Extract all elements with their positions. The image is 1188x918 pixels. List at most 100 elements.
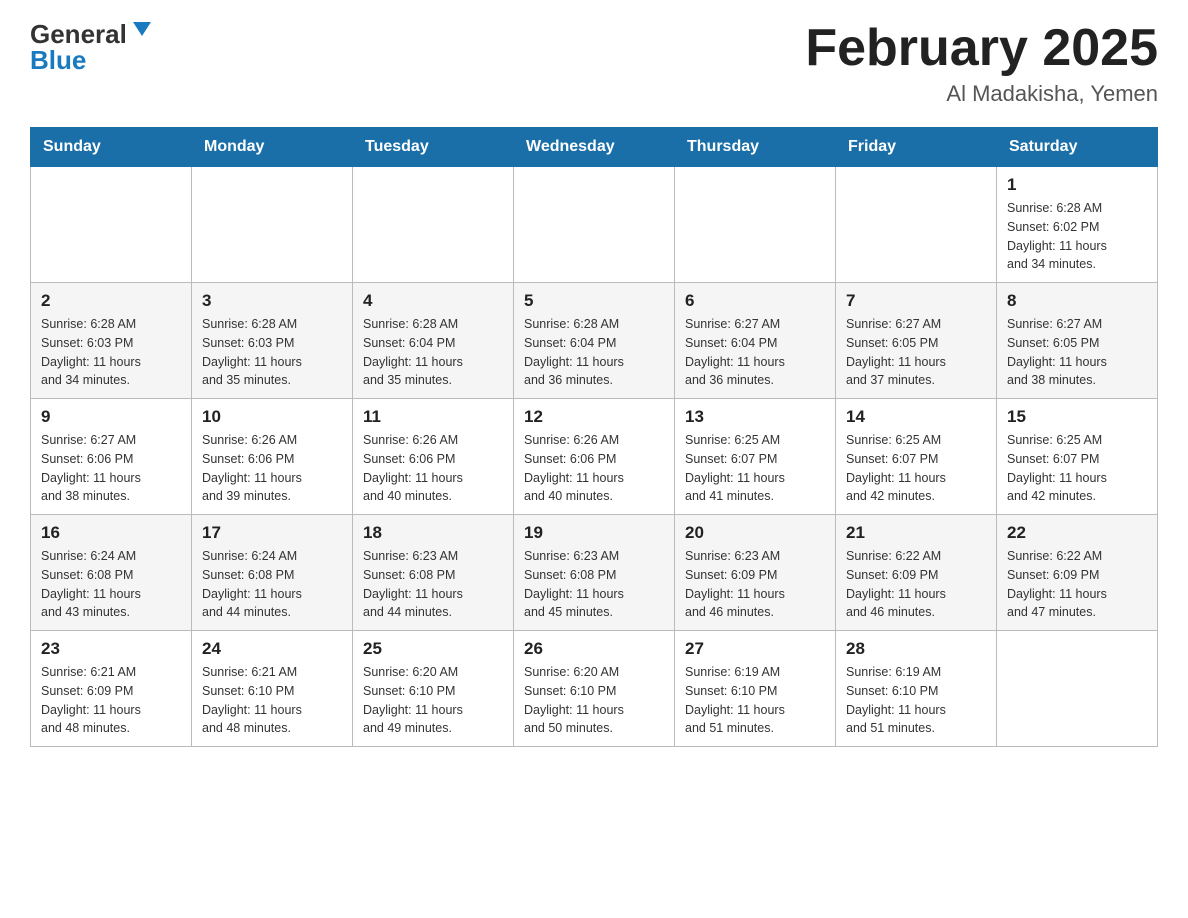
day-info: Sunrise: 6:23 AMSunset: 6:08 PMDaylight:… xyxy=(363,547,503,622)
calendar-cell: 26 Sunrise: 6:20 AMSunset: 6:10 PMDayligh… xyxy=(514,631,675,747)
month-title: February 2025 xyxy=(805,20,1158,77)
day-number: 8 xyxy=(1007,291,1147,311)
day-info: Sunrise: 6:28 AMSunset: 6:02 PMDaylight:… xyxy=(1007,199,1147,274)
day-info: Sunrise: 6:25 AMSunset: 6:07 PMDaylight:… xyxy=(1007,431,1147,506)
day-info: Sunrise: 6:24 AMSunset: 6:08 PMDaylight:… xyxy=(41,547,181,622)
calendar-cell: 7 Sunrise: 6:27 AMSunset: 6:05 PMDaylight… xyxy=(836,283,997,399)
calendar-cell: 20 Sunrise: 6:23 AMSunset: 6:09 PMDayligh… xyxy=(675,515,836,631)
weekday-header-sunday: Sunday xyxy=(31,128,192,167)
day-number: 14 xyxy=(846,407,986,427)
calendar-cell: 19 Sunrise: 6:23 AMSunset: 6:08 PMDayligh… xyxy=(514,515,675,631)
day-info: Sunrise: 6:28 AMSunset: 6:04 PMDaylight:… xyxy=(524,315,664,390)
calendar-cell: 13 Sunrise: 6:25 AMSunset: 6:07 PMDayligh… xyxy=(675,399,836,515)
page-header: General Blue February 2025 Al Madakisha,… xyxy=(30,20,1158,107)
calendar-cell: 28 Sunrise: 6:19 AMSunset: 6:10 PMDayligh… xyxy=(836,631,997,747)
day-info: Sunrise: 6:20 AMSunset: 6:10 PMDaylight:… xyxy=(524,663,664,738)
calendar-cell: 24 Sunrise: 6:21 AMSunset: 6:10 PMDayligh… xyxy=(192,631,353,747)
day-number: 15 xyxy=(1007,407,1147,427)
calendar-cell: 22 Sunrise: 6:22 AMSunset: 6:09 PMDayligh… xyxy=(997,515,1158,631)
calendar-cell: 15 Sunrise: 6:25 AMSunset: 6:07 PMDayligh… xyxy=(997,399,1158,515)
day-number: 4 xyxy=(363,291,503,311)
day-info: Sunrise: 6:19 AMSunset: 6:10 PMDaylight:… xyxy=(846,663,986,738)
logo-general-text: General xyxy=(30,21,127,47)
calendar-header-row: SundayMondayTuesdayWednesdayThursdayFrid… xyxy=(31,128,1158,167)
day-info: Sunrise: 6:27 AMSunset: 6:05 PMDaylight:… xyxy=(846,315,986,390)
calendar-cell: 17Sunrise: 6:24 AMSunset: 6:08 PMDayligh… xyxy=(192,515,353,631)
calendar-week-row: 9 Sunrise: 6:27 AMSunset: 6:06 PMDaylight… xyxy=(31,399,1158,515)
calendar-cell: 4 Sunrise: 6:28 AMSunset: 6:04 PMDaylight… xyxy=(353,283,514,399)
calendar-cell: 8 Sunrise: 6:27 AMSunset: 6:05 PMDaylight… xyxy=(997,283,1158,399)
calendar-cell: 14 Sunrise: 6:25 AMSunset: 6:07 PMDayligh… xyxy=(836,399,997,515)
logo: General Blue xyxy=(30,20,153,73)
calendar-cell: 12 Sunrise: 6:26 AMSunset: 6:06 PMDayligh… xyxy=(514,399,675,515)
day-info: Sunrise: 6:26 AMSunset: 6:06 PMDaylight:… xyxy=(202,431,342,506)
day-info: Sunrise: 6:20 AMSunset: 6:10 PMDaylight:… xyxy=(363,663,503,738)
day-number: 16 xyxy=(41,523,181,543)
location-title: Al Madakisha, Yemen xyxy=(805,81,1158,107)
calendar-cell: 6 Sunrise: 6:27 AMSunset: 6:04 PMDaylight… xyxy=(675,283,836,399)
calendar-cell xyxy=(31,167,192,283)
day-number: 25 xyxy=(363,639,503,659)
calendar-cell: 21 Sunrise: 6:22 AMSunset: 6:09 PMDayligh… xyxy=(836,515,997,631)
day-info: Sunrise: 6:27 AMSunset: 6:06 PMDaylight:… xyxy=(41,431,181,506)
day-number: 12 xyxy=(524,407,664,427)
calendar-cell xyxy=(675,167,836,283)
day-info: Sunrise: 6:19 AMSunset: 6:10 PMDaylight:… xyxy=(685,663,825,738)
calendar-week-row: 2 Sunrise: 6:28 AMSunset: 6:03 PMDaylight… xyxy=(31,283,1158,399)
weekday-header-thursday: Thursday xyxy=(675,128,836,167)
calendar-cell xyxy=(192,167,353,283)
day-info: Sunrise: 6:23 AMSunset: 6:09 PMDaylight:… xyxy=(685,547,825,622)
day-number: 9 xyxy=(41,407,181,427)
calendar-cell: 10 Sunrise: 6:26 AMSunset: 6:06 PMDayligh… xyxy=(192,399,353,515)
day-number: 7 xyxy=(846,291,986,311)
weekday-header-wednesday: Wednesday xyxy=(514,128,675,167)
calendar-table: SundayMondayTuesdayWednesdayThursdayFrid… xyxy=(30,127,1158,747)
calendar-cell: 16 Sunrise: 6:24 AMSunset: 6:08 PMDayligh… xyxy=(31,515,192,631)
weekday-header-friday: Friday xyxy=(836,128,997,167)
day-info: Sunrise: 6:28 AMSunset: 6:04 PMDaylight:… xyxy=(363,315,503,390)
day-number: 6 xyxy=(685,291,825,311)
day-number: 23 xyxy=(41,639,181,659)
day-info: Sunrise: 6:26 AMSunset: 6:06 PMDaylight:… xyxy=(524,431,664,506)
calendar-cell: 11Sunrise: 6:26 AMSunset: 6:06 PMDayligh… xyxy=(353,399,514,515)
calendar-cell xyxy=(836,167,997,283)
day-info: Sunrise: 6:23 AMSunset: 6:08 PMDaylight:… xyxy=(524,547,664,622)
calendar-cell xyxy=(353,167,514,283)
day-number: 3 xyxy=(202,291,342,311)
day-number: 10 xyxy=(202,407,342,427)
day-info: Sunrise: 6:27 AMSunset: 6:05 PMDaylight:… xyxy=(1007,315,1147,390)
calendar-cell: 23Sunrise: 6:21 AMSunset: 6:09 PMDayligh… xyxy=(31,631,192,747)
calendar-cell xyxy=(997,631,1158,747)
day-info: Sunrise: 6:28 AMSunset: 6:03 PMDaylight:… xyxy=(41,315,181,390)
calendar-cell xyxy=(514,167,675,283)
calendar-cell: 5Sunrise: 6:28 AMSunset: 6:04 PMDaylight… xyxy=(514,283,675,399)
calendar-cell: 1 Sunrise: 6:28 AMSunset: 6:02 PMDaylight… xyxy=(997,167,1158,283)
day-info: Sunrise: 6:22 AMSunset: 6:09 PMDaylight:… xyxy=(846,547,986,622)
calendar-week-row: 16 Sunrise: 6:24 AMSunset: 6:08 PMDayligh… xyxy=(31,515,1158,631)
day-info: Sunrise: 6:25 AMSunset: 6:07 PMDaylight:… xyxy=(685,431,825,506)
day-number: 21 xyxy=(846,523,986,543)
calendar-cell: 2 Sunrise: 6:28 AMSunset: 6:03 PMDaylight… xyxy=(31,283,192,399)
day-number: 20 xyxy=(685,523,825,543)
day-info: Sunrise: 6:25 AMSunset: 6:07 PMDaylight:… xyxy=(846,431,986,506)
day-number: 22 xyxy=(1007,523,1147,543)
logo-arrow-icon xyxy=(131,18,153,40)
title-area: February 2025 Al Madakisha, Yemen xyxy=(805,20,1158,107)
day-number: 28 xyxy=(846,639,986,659)
day-info: Sunrise: 6:24 AMSunset: 6:08 PMDaylight:… xyxy=(202,547,342,622)
calendar-cell: 9 Sunrise: 6:27 AMSunset: 6:06 PMDaylight… xyxy=(31,399,192,515)
day-info: Sunrise: 6:21 AMSunset: 6:10 PMDaylight:… xyxy=(202,663,342,738)
weekday-header-monday: Monday xyxy=(192,128,353,167)
day-number: 19 xyxy=(524,523,664,543)
day-number: 18 xyxy=(363,523,503,543)
calendar-cell: 3Sunrise: 6:28 AMSunset: 6:03 PMDaylight… xyxy=(192,283,353,399)
day-number: 1 xyxy=(1007,175,1147,195)
day-info: Sunrise: 6:27 AMSunset: 6:04 PMDaylight:… xyxy=(685,315,825,390)
day-info: Sunrise: 6:22 AMSunset: 6:09 PMDaylight:… xyxy=(1007,547,1147,622)
day-number: 13 xyxy=(685,407,825,427)
day-number: 24 xyxy=(202,639,342,659)
day-number: 2 xyxy=(41,291,181,311)
calendar-week-row: 1 Sunrise: 6:28 AMSunset: 6:02 PMDaylight… xyxy=(31,167,1158,283)
weekday-header-tuesday: Tuesday xyxy=(353,128,514,167)
day-number: 26 xyxy=(524,639,664,659)
